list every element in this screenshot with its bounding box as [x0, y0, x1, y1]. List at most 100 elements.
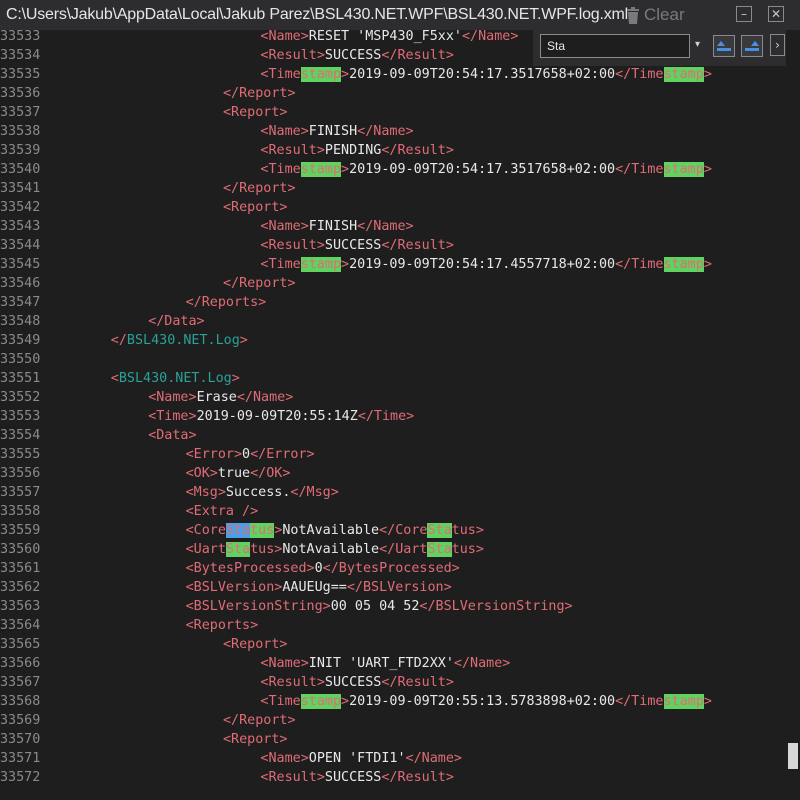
xml-tag: tus>	[250, 542, 283, 557]
xml-tag: <Name>	[260, 219, 309, 234]
current-search-match: Sta	[225, 523, 251, 538]
xml-tag: <Result>	[260, 770, 325, 785]
code-text: <Timestamp >2019-09-09T20:54:17.4557718+0…	[260, 255, 712, 274]
xml-tag: <Name>	[260, 30, 309, 44]
search-match: stamp	[300, 257, 342, 272]
code-text: <BytesProcessed>0</BytesProcessed>	[186, 559, 460, 578]
search-history-dropdown[interactable]: ▾	[695, 39, 700, 50]
line-number: 33554	[0, 428, 41, 443]
element-value: 0	[314, 561, 323, 576]
code-text: </Reports>	[186, 293, 267, 312]
clear-button[interactable]: Clear	[626, 4, 685, 26]
line-number: 33570	[0, 732, 41, 747]
xml-tag: <Msg>	[185, 485, 226, 500]
search-match: stamp	[300, 694, 342, 709]
code-text: <Name>INIT 'UART_FTD2XX'</Name>	[260, 654, 510, 673]
element-value: 00 05 04 52	[330, 599, 420, 614]
xml-tag: </Time	[615, 67, 664, 82]
code-text: <Time>2019-09-09T20:55:14Z</Time>	[148, 407, 414, 426]
line-number: 33564	[0, 618, 41, 633]
xml-tag: </Msg>	[290, 485, 339, 500]
code-text: <Report>	[223, 103, 288, 122]
xml-tag: </Result>	[381, 675, 454, 690]
code-text: <Data>	[148, 426, 196, 445]
xml-tag: </Name>	[357, 219, 414, 234]
find-next-button[interactable]	[741, 35, 763, 57]
line-number: 33543	[0, 219, 41, 234]
xml-tag: BSL430.NET.Log	[126, 333, 240, 348]
element-value: AAUEUg==	[282, 580, 347, 595]
xml-tag: <Name>	[148, 390, 197, 405]
search-match: stamp	[663, 162, 704, 177]
xml-tag: <Result>	[260, 143, 325, 158]
line-number: 33540	[0, 162, 41, 177]
scrollbar-thumb[interactable]	[788, 743, 798, 769]
code-text: <Name>OPEN 'FTDI1'</Name>	[260, 749, 462, 768]
minimize-button[interactable]: –	[736, 6, 752, 22]
line-number: 33562	[0, 580, 41, 595]
vertical-scrollbar[interactable]	[786, 30, 800, 800]
code-text: </Report>	[223, 711, 296, 730]
code-text: <Result>SUCCESS</Result>	[260, 236, 454, 255]
code-text: <Msg>Success.</Msg>	[186, 483, 339, 502]
line-number: 33568	[0, 694, 41, 709]
xml-tag: </Name>	[236, 390, 294, 405]
xml-tag: </BSLVersion>	[346, 580, 452, 595]
close-button[interactable]: ✕	[768, 6, 784, 22]
element-value: RESET 'MSP430_F5xx'	[308, 30, 462, 44]
code-text: <BSL430.NET.Log>	[111, 369, 240, 388]
xml-tag: </Name>	[461, 30, 519, 44]
code-text: <Result>PENDING</Result>	[260, 141, 454, 160]
xml-tag: <Error>	[185, 447, 243, 462]
element-value: SUCCESS	[324, 48, 382, 63]
code-text: <Name>FINISH</Name>	[260, 122, 413, 141]
element-value: Erase	[196, 390, 237, 405]
xml-tag: </Name>	[405, 751, 462, 766]
xml-tag: <Report>	[223, 732, 288, 747]
line-number: 33561	[0, 561, 41, 576]
code-text: <Extra />	[186, 502, 259, 521]
xml-tag: <Result>	[260, 675, 325, 690]
element-value: 2019-09-09T20:54:17.4557718+02:00	[349, 257, 616, 272]
code-text: <Timestamp>2019-09-09T20:55:13.5783898+0…	[260, 692, 712, 711]
code-text: <Timestamp>2019-09-09T20:54:17.3517658+0…	[260, 65, 712, 84]
element-value: FINISH	[308, 124, 358, 139]
xml-tag: </Name>	[357, 124, 414, 139]
search-match: stamp	[300, 162, 342, 177]
find-previous-button[interactable]	[713, 35, 735, 57]
line-number: 33556	[0, 466, 41, 481]
code-text: <Report>	[223, 730, 288, 749]
xml-tag: </Reports>	[185, 295, 267, 310]
line-number: 33550	[0, 352, 41, 367]
code-text: <OK>true</OK>	[186, 464, 291, 483]
search-input[interactable]	[540, 34, 690, 58]
xml-tag: </Report>	[223, 181, 296, 196]
code-text: <Name>Erase</Name>	[148, 388, 293, 407]
xml-tag: </Time>	[357, 409, 415, 424]
line-number: 33563	[0, 599, 41, 614]
line-number: 33548	[0, 314, 41, 329]
xml-tag: </Report>	[223, 276, 296, 291]
xml-tag: <BytesProcessed>	[185, 561, 315, 576]
expand-replace-button[interactable]: ›	[770, 34, 785, 56]
element-value: 0	[242, 447, 251, 462]
xml-tag: <Time	[260, 694, 301, 709]
clear-label: Clear	[644, 5, 685, 24]
code-text: </Report>	[223, 179, 296, 198]
line-number: 33536	[0, 86, 41, 101]
xml-tag: </Report>	[223, 86, 296, 101]
line-number: 33567	[0, 675, 41, 690]
line-number: 33558	[0, 504, 41, 519]
search-match: Sta	[225, 542, 251, 557]
xml-tag: >	[703, 257, 712, 272]
xml-tag: <Time	[260, 257, 301, 272]
line-number: 33533	[0, 30, 41, 44]
close-icon: ✕	[770, 7, 782, 21]
code-editor[interactable]: 33533 <Name>RESET 'MSP430_F5xx'</Name> 335…	[0, 30, 786, 800]
element-value: INIT 'UART_FTD2XX'	[308, 656, 454, 671]
xml-tag: <Report>	[223, 105, 288, 120]
line-number: 33565	[0, 637, 41, 652]
line-number: 33542	[0, 200, 41, 215]
xml-tag: <BSLVersion>	[185, 580, 283, 595]
xml-tag: >	[341, 162, 350, 177]
